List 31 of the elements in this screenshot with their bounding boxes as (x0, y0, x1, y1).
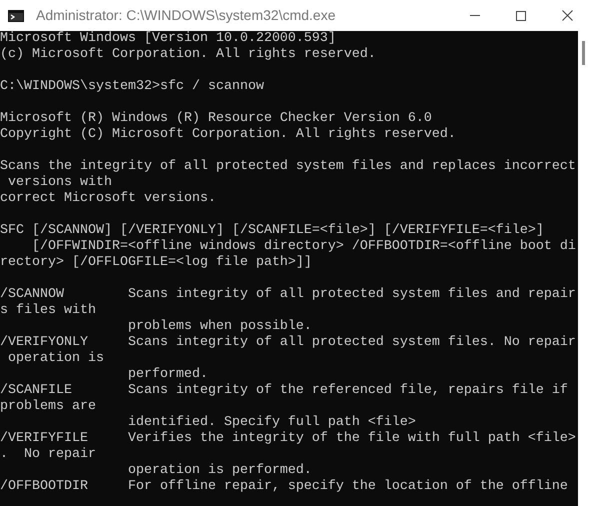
console-line: s files with (0, 303, 96, 319)
console-line: /SCANNOW Scans integrity of all protected system files and repair (0, 287, 576, 303)
console-line: /VERIFYFILE Verifies the integrity of the file with full path <file> (0, 431, 576, 447)
console-line: /VERIFYONLY Scans integrity of all protected system files. No repair (0, 335, 576, 351)
close-icon (562, 10, 572, 21)
console-line: SFC [/SCANNOW] [/VERIFYONLY] [/SCANFILE=<file>] [/VERIFYFILE=<file>] (0, 223, 544, 239)
console-line: versions with (6, 175, 112, 191)
console-line: Scans the integrity of all protected system files and replaces incorrect (0, 159, 576, 175)
maximize-icon (516, 10, 526, 20)
scrollbar[interactable] (578, 31, 590, 506)
console-line: Copyright (C) Microsoft Corporation. All rights reserved. (0, 127, 456, 143)
console-line: . No repair (0, 447, 96, 463)
terminal-icon (8, 10, 24, 22)
console-line: operation is performed. (126, 463, 312, 479)
console-line: correct Microsoft versions. (0, 191, 216, 207)
console-line: Microsoft Windows [Version 10.0.22000.593] (0, 31, 336, 47)
console-line: performed. (126, 367, 208, 383)
console-line: /SCANFILE Scans integrity of the referenced file, repairs file if (0, 383, 568, 399)
window-title: Administrator: C:\WINDOWS\system32\cmd.exe (36, 6, 336, 25)
console-line: Microsoft (R) Windows (R) Resource Checker Version 6.0 (0, 111, 432, 127)
console-line: /OFFBOOTDIR For offline repair, specify the location of the offline (0, 479, 568, 495)
console-line: (c) Microsoft Corporation. All rights reserved. (0, 47, 376, 63)
console-line: [/OFFWINDIR=<offline windows directory> /OFFBOOTDIR=<offline boot di (30, 239, 576, 255)
console-line: rectory> [/OFFLOGFILE=<log file path>]] (0, 255, 312, 271)
minimize-icon (470, 15, 480, 16)
scrollbar-thumb[interactable] (582, 41, 585, 65)
console-line: problems when possible. (126, 319, 312, 335)
console-line: identified. Specify full path <file> (126, 415, 416, 431)
console-line: operation is (6, 351, 104, 367)
console-line: problems are (0, 399, 96, 415)
console-line: C:\WINDOWS\system32>sfc / scannow (0, 79, 264, 95)
